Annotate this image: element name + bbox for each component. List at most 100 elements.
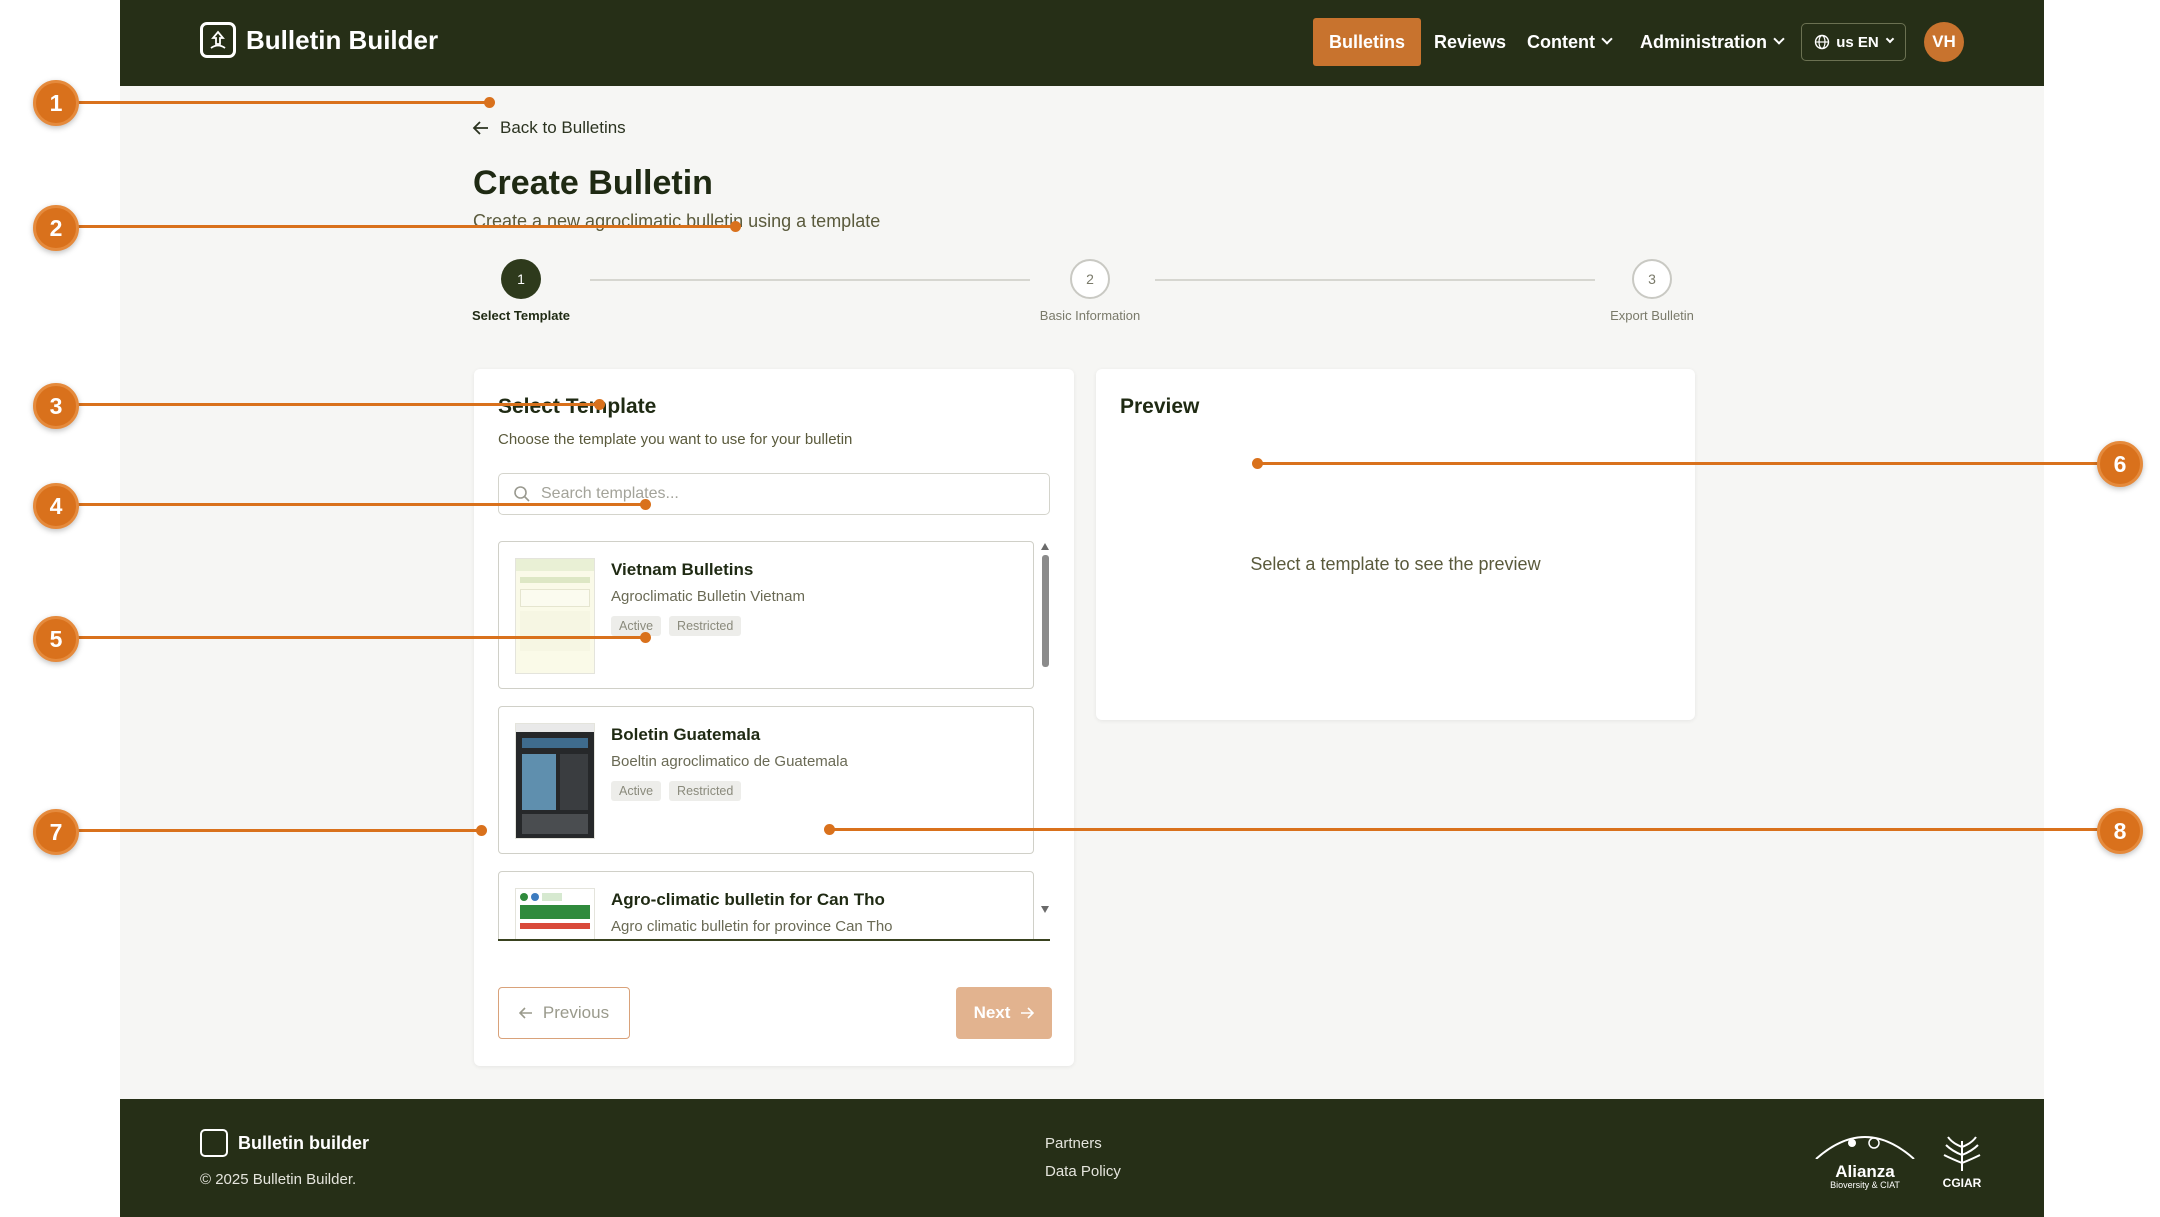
cgiar-wheat-icon [1943,1136,1981,1171]
step-1-indicator: 1 [501,259,541,299]
preview-empty-message: Select a template to see the preview [1250,554,1541,574]
cgiar-logo[interactable]: CGIAR [1940,1133,1984,1190]
select-template-subtitle: Choose the template you want to use for … [498,431,853,448]
annotation-badge-1: 1 [33,80,79,126]
template-card-guatemala[interactable]: Boletin Guatemala Boeltin agroclimatico … [498,706,1034,854]
annotation-anchor-7 [476,825,487,836]
select-template-card: Select Template Choose the template you … [474,369,1074,1066]
annotation-anchor-8 [824,824,835,835]
annotation-badge-7: 7 [33,809,79,855]
alianza-subtitle: Bioversity & CIAT [1830,1180,1900,1190]
template-search[interactable] [498,473,1050,515]
page-subtitle: Create a new agroclimatic bulletin using… [473,211,881,231]
template-card-vietnam[interactable]: Vietnam Bulletins Agroclimatic Bulletin … [498,541,1034,689]
access-badge: Restricted [669,781,742,801]
annotation-leader-3 [56,403,599,406]
template-list-scrollbar[interactable] [1041,541,1050,939]
top-navbar: Bulletin Builder Bulletins Reviews Conte… [120,0,2044,86]
annotation-badge-3: 3 [33,383,79,429]
next-label: Next [973,1003,1011,1022]
previous-button[interactable]: Previous [498,987,630,1039]
arrow-left-icon [518,1007,532,1019]
bulletin-logo-icon [200,22,236,58]
chevron-down-icon [1601,33,1613,45]
search-icon [514,486,530,502]
annotation-badge-4: 4 [33,483,79,529]
footer: Bulletin builder © 2025 Bulletin Builder… [120,1099,2044,1217]
globe-icon [1815,34,1830,50]
template-description: Agro climatic bulletin for province Can … [611,918,893,935]
footer-link-data-policy[interactable]: Data Policy [1045,1163,1121,1180]
preview-title: Preview [1120,395,1200,418]
footer-link-partners[interactable]: Partners [1045,1135,1102,1152]
partner-logos: Alianza Bioversity & CIAT CGIAR [1810,1129,1984,1190]
scroll-up-arrow-icon[interactable] [1041,543,1049,550]
arrow-left-icon [472,121,488,135]
chevron-down-icon [1885,34,1894,44]
nav-reviews[interactable]: Reviews [1434,18,1506,66]
app-frame: Bulletin Builder Bulletins Reviews Conte… [120,0,2044,1217]
template-card-can-tho[interactable]: Agro-climatic bulletin for Can Tho Agro … [498,871,1034,939]
step-3-indicator: 3 [1632,259,1672,299]
footer-copyright: © 2025 Bulletin Builder. [200,1171,357,1188]
footer-brand[interactable]: Bulletin builder [200,1129,369,1157]
footer-brand-title: Bulletin builder [238,1132,370,1153]
annotation-leader-6 [1258,462,2118,465]
step-3-label: Export Bulletin [1610,308,1694,323]
language-label: us EN [1836,33,1879,51]
page-title: Create Bulletin [473,164,713,202]
annotation-badge-5: 5 [33,616,79,662]
annotation-leader-7 [56,829,482,832]
status-badge: Active [611,616,662,636]
template-thumbnail [515,723,595,839]
annotation-badge-8: 8 [2097,808,2143,854]
annotation-leader-5 [56,636,646,639]
annotation-badge-6: 6 [2097,441,2143,487]
scrollbar-thumb[interactable] [1042,555,1049,667]
annotation-anchor-1 [484,97,495,108]
nav-bulletins[interactable]: Bulletins [1313,18,1422,66]
nav-content[interactable]: Content [1527,18,1613,66]
annotation-anchor-5 [640,632,651,643]
template-description: Boeltin agroclimatico de Guatemala [611,753,848,770]
search-input[interactable] [541,485,1021,503]
access-badge: Restricted [669,616,742,636]
alianza-name: Alianza [1835,1162,1895,1181]
template-thumbnail [515,558,595,674]
arrow-right-icon [1021,1007,1035,1019]
step-2-indicator: 2 [1070,259,1110,299]
template-name: Agro-climatic bulletin for Can Tho [611,890,885,909]
cgiar-name: CGIAR [1942,1176,1982,1190]
template-thumbnail [515,888,595,939]
select-template-title: Select Template [498,395,657,418]
status-badge: Active [611,781,662,801]
alianza-logo[interactable]: Alianza Bioversity & CIAT [1810,1129,1920,1190]
brand[interactable]: Bulletin Builder [200,22,438,58]
annotation-leader-2 [56,225,736,228]
alianza-arch-icon [1815,1136,1915,1160]
scroll-down-arrow-icon[interactable] [1041,906,1049,913]
chevron-down-icon [1773,33,1785,45]
stepper-connector [1155,279,1595,281]
annotation-anchor-4 [640,499,651,510]
annotation-leader-1 [56,101,490,104]
bulletin-logo-icon [200,1129,228,1157]
nav-administration[interactable]: Administration [1640,18,1785,66]
template-description: Agroclimatic Bulletin Vietnam [611,588,805,605]
next-button[interactable]: Next [956,987,1052,1039]
back-to-bulletins-link[interactable]: Back to Bulletins [472,118,626,138]
back-label: Back to Bulletins [500,118,626,137]
language-selector[interactable]: us EN [1801,23,1906,61]
template-list[interactable]: Vietnam Bulletins Agroclimatic Bulletin … [498,541,1050,941]
annotation-anchor-6 [1252,458,1263,469]
annotation-badge-2: 2 [33,205,79,251]
annotation-leader-4 [56,503,646,506]
previous-label: Previous [542,1003,610,1022]
user-avatar[interactable]: VH [1924,22,1964,62]
stepper-connector [590,279,1030,281]
template-name: Vietnam Bulletins [611,560,754,579]
preview-card: Preview Select a template to see the pre… [1096,369,1695,720]
template-name: Boletin Guatemala [611,725,761,744]
step-2-label: Basic Information [1039,308,1141,323]
nav-content-label: Content [1527,31,1595,52]
